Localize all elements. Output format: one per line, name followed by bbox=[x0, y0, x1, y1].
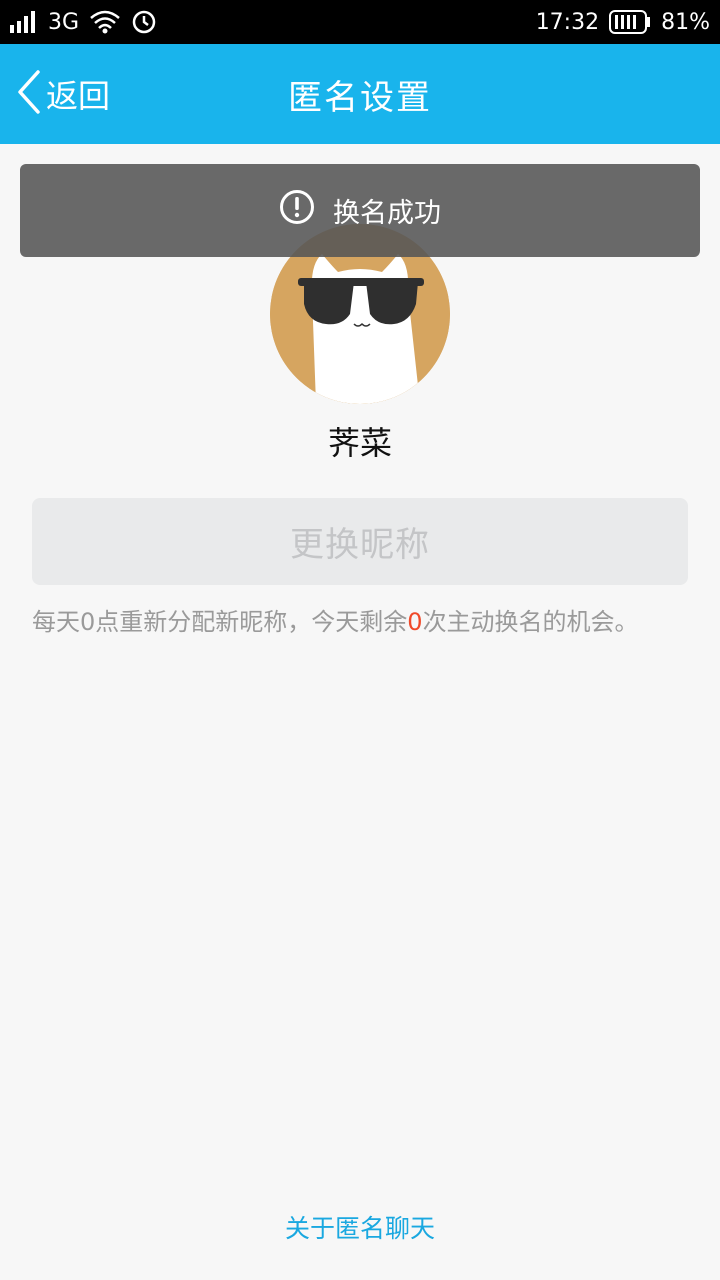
change-nickname-button[interactable]: 更换昵称 bbox=[32, 498, 688, 585]
hint-prefix: 每天0点重新分配新昵称，今天剩余 bbox=[32, 608, 408, 636]
exclamation-circle-icon bbox=[279, 189, 315, 232]
status-bar: 3G 17:32 81% bbox=[0, 0, 720, 44]
signal-icon bbox=[10, 11, 38, 33]
nav-bar: 返回 匿名设置 bbox=[0, 44, 720, 144]
battery-icon bbox=[609, 10, 651, 34]
clock: 17:32 bbox=[535, 9, 600, 35]
alarm-icon bbox=[131, 9, 157, 35]
status-right: 17:32 81% bbox=[536, 10, 710, 35]
remaining-count: 0 bbox=[407, 608, 423, 636]
status-left: 3G bbox=[10, 9, 157, 35]
toast-text: 换名成功 bbox=[333, 198, 441, 229]
about-anonymous-chat-link[interactable]: 关于匿名聊天 bbox=[0, 1209, 720, 1245]
rename-hint: 每天0点重新分配新昵称，今天剩余0次主动换名的机会。 bbox=[32, 602, 702, 637]
battery-percent: 81% bbox=[661, 9, 710, 35]
nickname: 荠菜 bbox=[327, 424, 392, 462]
toast-message: 换名成功 bbox=[20, 164, 700, 257]
wifi-icon bbox=[89, 10, 121, 34]
hint-suffix: 次主动换名的机会。 bbox=[422, 608, 639, 636]
network-type: 3G bbox=[48, 9, 80, 35]
page-title: 匿名设置 bbox=[288, 77, 432, 118]
